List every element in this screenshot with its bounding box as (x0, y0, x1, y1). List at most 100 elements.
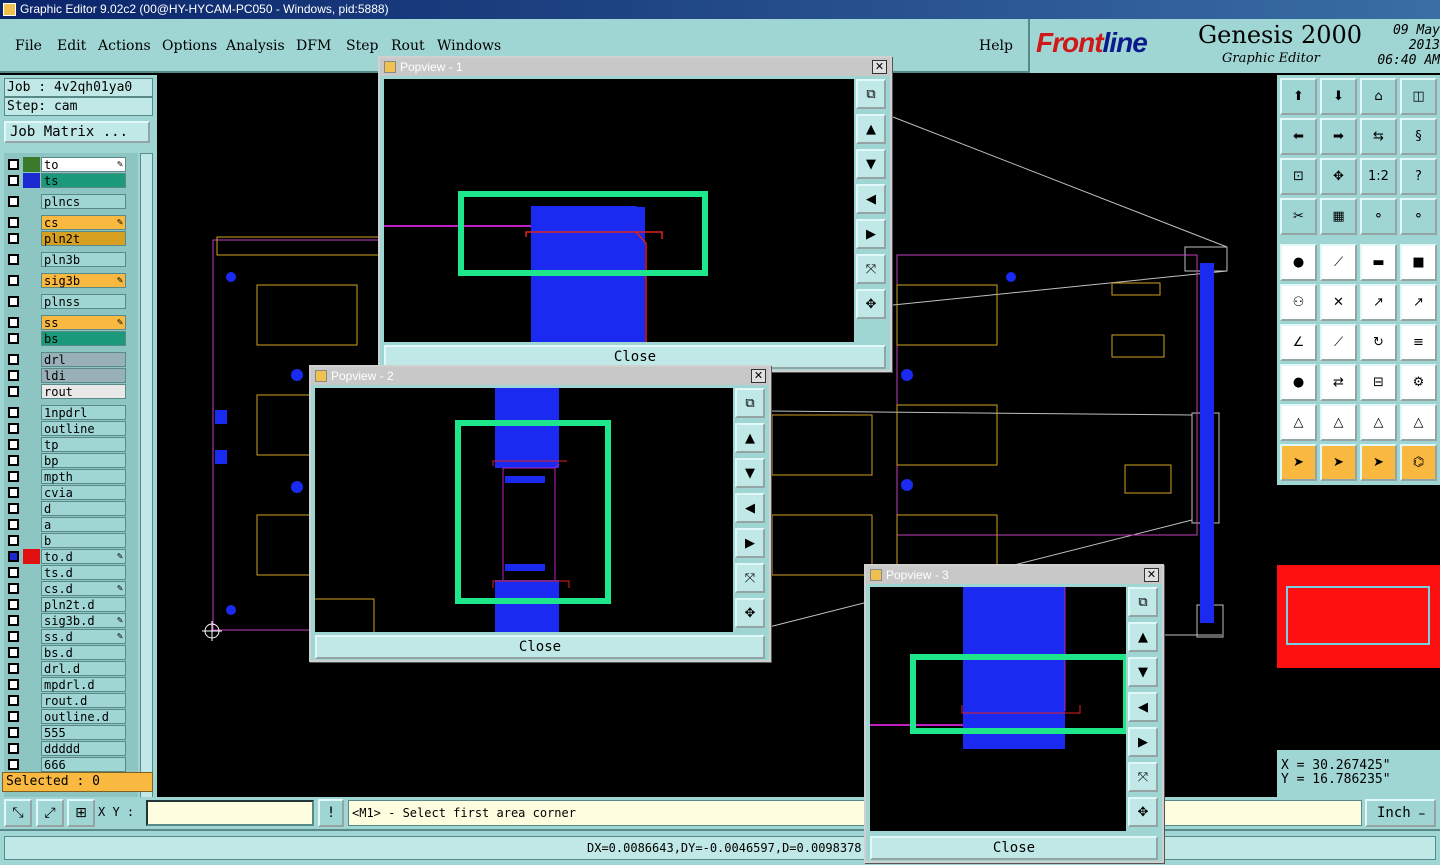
pan-up-icon[interactable]: ▲ (1128, 622, 1158, 652)
layer-name[interactable]: mpth (41, 469, 126, 484)
layer-checkbox[interactable] (8, 317, 19, 328)
layer-row[interactable]: ddddd (6, 741, 128, 756)
triangle-icon[interactable]: △ (1280, 404, 1317, 441)
layer-checkbox[interactable] (8, 711, 19, 722)
net-icon[interactable]: ⚬ (1360, 198, 1397, 235)
pan-right-icon[interactable]: ▶ (856, 219, 886, 249)
flip-icon[interactable]: ≡ (1400, 324, 1437, 361)
layer-row[interactable]: sig3b ✎ (6, 273, 128, 288)
menu-file[interactable]: File (15, 38, 42, 54)
layer-row[interactable]: ss ✎ (6, 315, 128, 330)
cut-icon[interactable]: ✂ (1280, 198, 1317, 235)
menu-options[interactable]: Options (162, 38, 217, 54)
layer-row[interactable]: mpth (6, 469, 128, 484)
scale-icon[interactable]: 1:2 (1360, 158, 1397, 195)
measure-icon[interactable]: ⤢ (36, 799, 64, 827)
layer-name[interactable]: cvia (41, 485, 126, 500)
layer-checkbox[interactable] (8, 727, 19, 738)
pan-left-tool-icon[interactable]: ⬅ (1280, 118, 1317, 155)
layer-name[interactable]: ddddd (41, 741, 126, 756)
layer-row[interactable]: bs (6, 331, 128, 346)
menu-dfm[interactable]: DFM (296, 38, 331, 54)
unit-selector[interactable]: Inch ⎯ (1365, 799, 1436, 827)
layer-row[interactable]: bs.d (6, 645, 128, 660)
layer-color-swatch[interactable] (23, 157, 40, 172)
xy-input[interactable] (146, 800, 314, 826)
popview-2-close-button[interactable]: Close (315, 635, 765, 659)
layer-checkbox[interactable] (8, 275, 19, 286)
net-alt-icon[interactable]: ⚬ (1400, 198, 1437, 235)
popview-3-titlebar[interactable]: Popview - 3 ✕ (866, 566, 1162, 584)
snap-icon[interactable]: § (1400, 118, 1437, 155)
layer-color-swatch[interactable] (23, 549, 40, 564)
zoom-out-icon[interactable]: ⤧ (856, 254, 886, 284)
layer-name[interactable]: rout.d (41, 693, 126, 708)
fit-icon[interactable]: ⊡ (1280, 158, 1317, 195)
menu-edit[interactable]: Edit (57, 38, 86, 54)
rotate-icon[interactable]: ↻ (1360, 324, 1397, 361)
route-icon[interactable]: ⌬ (1400, 444, 1437, 481)
layer-name[interactable]: drl (41, 352, 126, 367)
layer-name[interactable]: a (41, 517, 126, 532)
layer-row[interactable]: b (6, 533, 128, 548)
layer-row[interactable]: sig3b.d ✎ (6, 613, 128, 628)
layer-row[interactable]: ts (6, 173, 128, 188)
layer-row[interactable]: drl.d (6, 661, 128, 676)
layer-name[interactable]: 666 (41, 757, 126, 772)
layer-name[interactable]: outline.d (41, 709, 126, 724)
minimap[interactable] (1277, 485, 1440, 750)
layer-row[interactable]: 666 (6, 757, 128, 772)
layer-row[interactable]: ts.d (6, 565, 128, 580)
layer-checkbox[interactable] (8, 599, 19, 610)
window-icon[interactable]: ◫ (1400, 78, 1437, 115)
layer-row[interactable]: mpdrl.d (6, 677, 128, 692)
popview-2-canvas[interactable] (315, 388, 733, 632)
layer-row[interactable]: plncs (6, 194, 128, 209)
layer-checkbox[interactable] (8, 407, 19, 418)
layer-name[interactable]: pln2t (41, 231, 126, 246)
pan-up-icon[interactable]: ▲ (856, 114, 886, 144)
layer-name[interactable]: sig3b.d ✎ (41, 613, 126, 628)
layer-row[interactable]: pln3b (6, 252, 128, 267)
layer-name[interactable]: mpdrl.d (41, 677, 126, 692)
layer-color-swatch[interactable] (23, 173, 40, 188)
layer-checkbox[interactable] (8, 254, 19, 265)
menu-actions[interactable]: Actions (98, 38, 151, 54)
layer-checkbox[interactable] (8, 759, 19, 770)
layer-row[interactable]: pln2t (6, 231, 128, 246)
layer-checkbox[interactable] (8, 663, 19, 674)
layer-name[interactable]: bp (41, 453, 126, 468)
layer-name[interactable]: ss.d ✎ (41, 629, 126, 644)
layer-name[interactable]: cs ✎ (41, 215, 126, 230)
layer-name[interactable]: outline (41, 421, 126, 436)
select-box-icon[interactable]: ➤ (1320, 444, 1357, 481)
delete-icon[interactable]: ✕ (1320, 284, 1357, 321)
layer-list-scrollbar[interactable] (140, 153, 153, 843)
zoom-home-icon[interactable]: ⧉ (1128, 587, 1158, 617)
layer-checkbox[interactable] (8, 439, 19, 450)
layer-name[interactable]: tp (41, 437, 126, 452)
close-icon[interactable]: ✕ (751, 369, 766, 383)
layer-checkbox[interactable] (8, 679, 19, 690)
layer-row[interactable]: cvia (6, 485, 128, 500)
alert-icon[interactable]: ! (318, 799, 344, 827)
layer-checkbox[interactable] (8, 423, 19, 434)
triangle-alt-icon[interactable]: △ (1320, 404, 1357, 441)
layer-checkbox[interactable] (8, 503, 19, 514)
zoom-in-icon[interactable]: ✥ (1128, 797, 1158, 827)
pan-right-icon[interactable]: ▶ (1128, 727, 1158, 757)
layer-row[interactable]: d (6, 501, 128, 516)
zoom-home-icon[interactable]: ⧉ (735, 388, 765, 418)
layer-checkbox[interactable] (8, 695, 19, 706)
pan-right-icon[interactable]: ▶ (735, 528, 765, 558)
layer-name[interactable]: ts.d (41, 565, 126, 580)
triangle-fill-icon[interactable]: △ (1400, 404, 1437, 441)
menu-step[interactable]: Step (346, 38, 378, 54)
measure-box-icon[interactable]: ⊟ (1360, 364, 1397, 401)
zoom-home-icon[interactable]: ⧉ (856, 79, 886, 109)
layer-checkbox[interactable] (8, 631, 19, 642)
layer-checkbox[interactable] (8, 354, 19, 365)
pan-up-icon[interactable]: ▲ (735, 423, 765, 453)
layer-row[interactable]: 555 (6, 725, 128, 740)
zoom-out-icon[interactable]: ⤧ (1128, 762, 1158, 792)
